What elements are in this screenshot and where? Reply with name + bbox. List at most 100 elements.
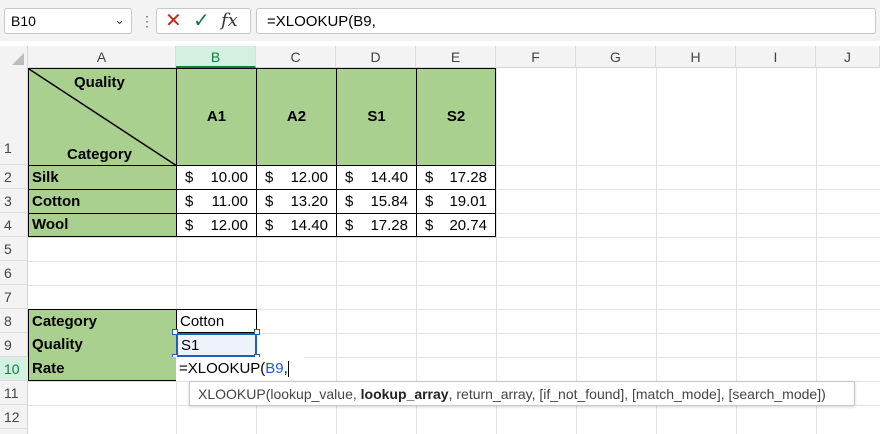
tooltip-rest: , return_array, [if_not_found], [match_m…: [448, 385, 826, 402]
currency-symbol: $: [425, 216, 434, 234]
cell-b9-referenced[interactable]: S1: [176, 333, 257, 357]
cell-a1-diagonal-header[interactable]: Quality Category: [28, 68, 178, 167]
cell-e2[interactable]: $17.28: [416, 165, 496, 190]
price-value: 13.20: [290, 193, 328, 210]
cell-b8[interactable]: Cotton: [176, 309, 257, 333]
cell-c3[interactable]: $13.20: [256, 189, 337, 214]
enter-icon[interactable]: ✓: [193, 9, 210, 33]
price-value: 19.01: [449, 193, 487, 210]
cell-b2[interactable]: $10.00: [176, 165, 257, 190]
cell-d1[interactable]: S1: [336, 68, 417, 166]
formula-ref: B9: [265, 360, 284, 377]
reference-handle-topleft[interactable]: [172, 329, 178, 335]
formula-buttons: ✕ ✓ fx: [156, 8, 251, 34]
cell-b4[interactable]: $12.00: [176, 213, 257, 237]
price-value: 12.00: [210, 216, 248, 234]
gridline: [28, 237, 880, 238]
currency-symbol: $: [185, 169, 194, 186]
cell-e4[interactable]: $20.74: [416, 213, 496, 237]
currency-symbol: $: [345, 216, 354, 234]
column-header-i[interactable]: I: [736, 46, 816, 68]
column-header-f[interactable]: F: [496, 46, 576, 68]
row-header-2[interactable]: 2: [0, 165, 28, 189]
gridline: [816, 68, 817, 434]
price-value: 14.40: [370, 169, 408, 186]
row-header-7[interactable]: 7: [0, 285, 28, 309]
tooltip-arg1: lookup_value,: [270, 385, 361, 402]
cell-a10[interactable]: Rate: [28, 357, 176, 381]
column-header-b[interactable]: B: [176, 46, 256, 68]
row-headers: 1 2 3 4 5 6 7 8 9 10 11 12: [0, 68, 28, 434]
row-header-10[interactable]: 10: [0, 357, 28, 381]
column-header-a[interactable]: A: [28, 46, 176, 68]
column-header-g[interactable]: G: [576, 46, 656, 68]
price-value: 20.74: [449, 216, 487, 234]
column-header-d[interactable]: D: [336, 46, 416, 68]
price-value: 15.84: [370, 193, 408, 210]
row-header-9[interactable]: 9: [0, 333, 28, 357]
formula-text: =XLOOKUP(B9,: [267, 12, 376, 30]
cell-d2[interactable]: $14.40: [336, 165, 417, 190]
currency-symbol: $: [265, 193, 274, 210]
column-header-c[interactable]: C: [256, 46, 336, 68]
currency-symbol: $: [345, 169, 354, 186]
tooltip-current-arg[interactable]: lookup_array: [361, 386, 449, 402]
price-value: 17.28: [370, 216, 408, 234]
cell-b10-editing[interactable]: =XLOOKUP(B9,: [176, 357, 304, 381]
gridline: [736, 68, 737, 434]
row-header-8[interactable]: 8: [0, 309, 28, 333]
cell-c1[interactable]: A2: [256, 68, 337, 166]
currency-symbol: $: [425, 193, 434, 210]
currency-symbol: $: [345, 193, 354, 210]
gridline: [28, 285, 880, 286]
cell-c2[interactable]: $12.00: [256, 165, 337, 190]
column-header-h[interactable]: H: [656, 46, 736, 68]
column-header-e[interactable]: E: [416, 46, 496, 68]
tooltip-fn: XLOOKUP(: [198, 385, 271, 402]
vertical-dots-icon[interactable]: ⋮: [140, 10, 154, 32]
function-tooltip[interactable]: XLOOKUP(lookup_value, lookup_array, retu…: [189, 381, 855, 406]
row-header-11[interactable]: 11: [0, 381, 28, 405]
currency-symbol: $: [425, 169, 434, 186]
reference-handle-topright[interactable]: [254, 329, 260, 335]
currency-symbol: $: [265, 216, 274, 234]
column-header-j[interactable]: J: [816, 46, 880, 68]
gridline: [28, 261, 880, 262]
formula-prefix: =XLOOKUP(: [179, 360, 266, 377]
row-header-4[interactable]: 4: [0, 213, 28, 237]
formula-input[interactable]: =XLOOKUP(B9,: [256, 8, 876, 34]
insert-function-icon[interactable]: fx: [221, 9, 238, 33]
gridline: [496, 68, 497, 434]
currency-symbol: $: [265, 169, 274, 186]
row-header-6[interactable]: 6: [0, 261, 28, 285]
chevron-down-icon[interactable]: ⌄: [114, 12, 125, 28]
header-quality-label: Quality: [74, 74, 125, 91]
cell-b3[interactable]: $11.00: [176, 189, 257, 214]
price-value: 11.00: [211, 193, 248, 210]
select-all-button[interactable]: [0, 46, 28, 68]
currency-symbol: $: [185, 193, 194, 210]
row-header-1[interactable]: 1: [0, 68, 28, 165]
row-header-5[interactable]: 5: [0, 237, 28, 261]
cell-b1[interactable]: A1: [176, 68, 257, 166]
cell-a4[interactable]: Wool: [28, 213, 177, 237]
cell-d4[interactable]: $17.28: [336, 213, 417, 237]
column-headers: A B C D E F G H I J: [0, 46, 880, 68]
cell-a3[interactable]: Cotton: [28, 189, 177, 214]
price-value: 12.00: [290, 169, 328, 186]
cell-d3[interactable]: $15.84: [336, 189, 417, 214]
cell-a9[interactable]: Quality: [28, 333, 176, 357]
name-box-value: B10: [11, 13, 36, 29]
price-value: 14.40: [290, 216, 328, 234]
cell-a2[interactable]: Silk: [28, 165, 177, 190]
cancel-icon[interactable]: ✕: [165, 9, 182, 33]
price-value: 17.28: [449, 169, 487, 186]
cell-c4[interactable]: $14.40: [256, 213, 337, 237]
row-header-3[interactable]: 3: [0, 189, 28, 213]
name-box[interactable]: B10 ⌄: [4, 8, 132, 34]
cell-a8[interactable]: Category: [28, 309, 176, 333]
header-category-label: Category: [67, 146, 133, 163]
cell-e3[interactable]: $19.01: [416, 189, 496, 214]
cell-e1[interactable]: S2: [416, 68, 496, 166]
row-header-12[interactable]: 12: [0, 405, 28, 429]
